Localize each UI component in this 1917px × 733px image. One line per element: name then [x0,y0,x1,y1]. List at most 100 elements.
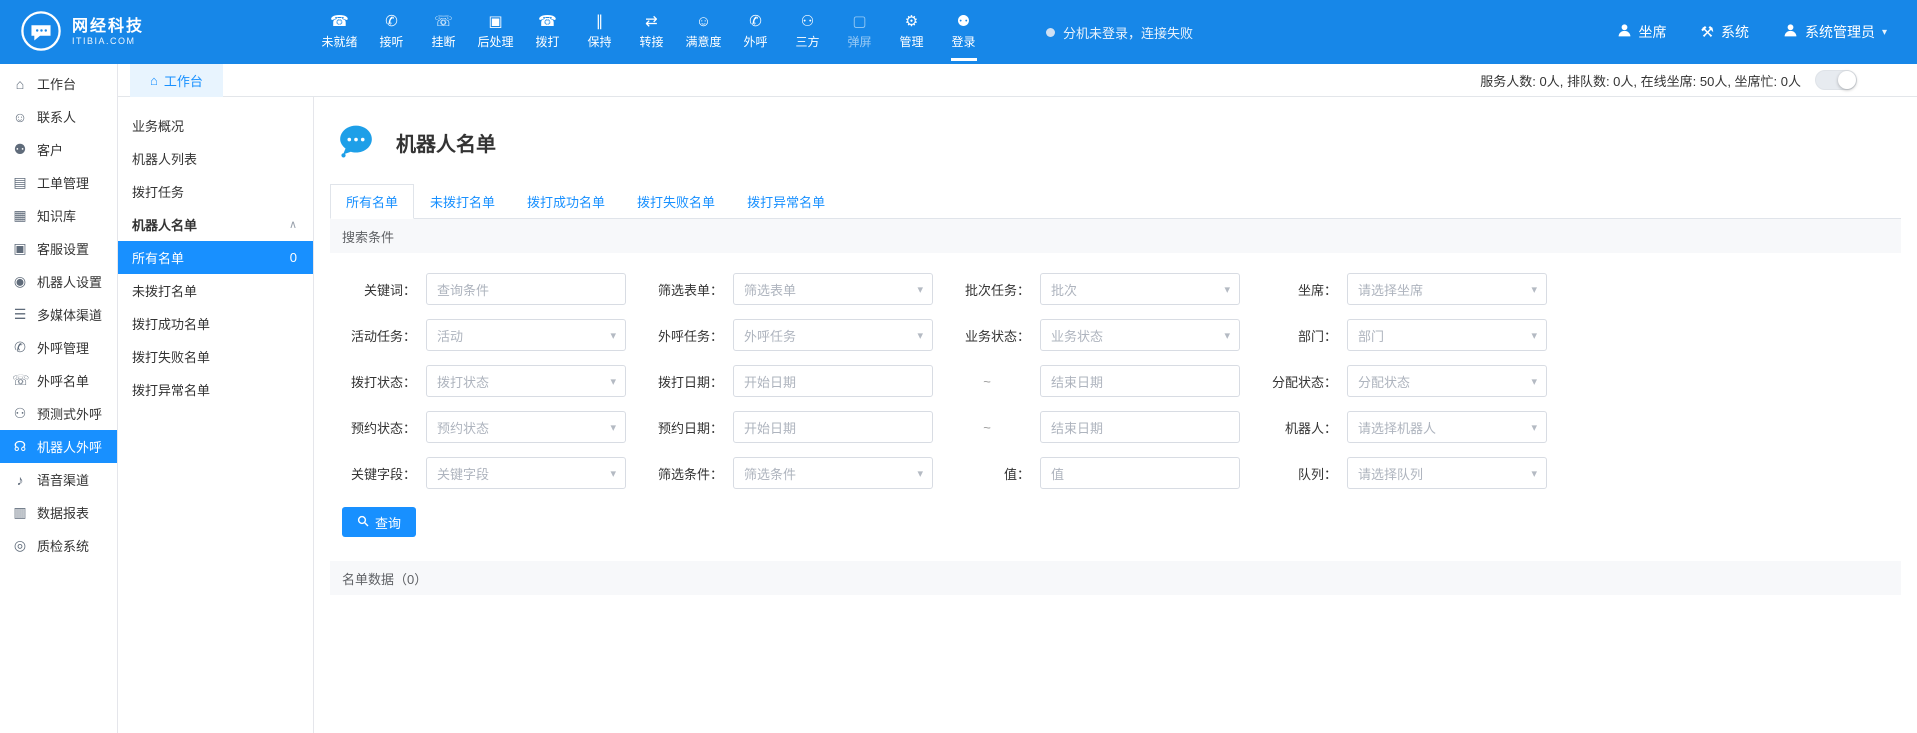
query-button[interactable]: 查询 [342,507,416,537]
result-section-header: 名单数据（0） [330,561,1901,595]
system-menu[interactable]: ⚒ 系统 [1701,22,1749,42]
chevron-down-icon: ▾ [610,421,616,434]
keyword-input[interactable]: 查询条件 [426,273,626,305]
submenu-item-dial-abnormal-list[interactable]: 拨打异常名单 [118,373,313,406]
submenu-item-undialed-list[interactable]: 未拨打名单 [118,274,313,307]
status-toggle[interactable] [1815,70,1857,90]
tab-dial-success-list[interactable]: 拨打成功名单 [511,184,621,219]
home-icon: ⌂ [150,73,158,88]
queue-select[interactable]: 请选择队列▾ [1347,457,1547,489]
toolbar-answer-button[interactable]: ✆接听 [369,10,414,54]
robot-select[interactable]: 请选择机器人▾ [1347,411,1547,443]
search-icon [357,515,369,530]
sidebar-item-knowledge-base[interactable]: ▦知识库 [0,199,117,232]
department-select[interactable]: 部门▾ [1347,319,1547,351]
batch-task-select[interactable]: 批次▾ [1040,273,1240,305]
search-section-header: 搜索条件 [330,219,1901,253]
toolbar-dial-button[interactable]: ☎拨打 [525,10,570,54]
activity-task-select[interactable]: 活动▾ [426,319,626,351]
reserve-status-select[interactable]: 预约状态▾ [426,411,626,443]
tab-all-lists[interactable]: 所有名单 [330,184,414,219]
user-menu[interactable]: 系统管理员 ▾ [1783,22,1887,42]
connection-status-text: 分机未登录，连接失败 [1063,23,1193,42]
screen-pop-icon: ▢ [852,14,866,30]
agent-select[interactable]: 请选择坐席▾ [1347,273,1547,305]
sidebar-item-work-orders[interactable]: ▤工单管理 [0,166,117,199]
sidebar-item-outbound-list[interactable]: ☏外呼名单 [0,364,117,397]
sidebar-item-multimedia-channel[interactable]: ☰多媒体渠道 [0,298,117,331]
body: ⌂工作台 ☺联系人 ⚉客户 ▤工单管理 ▦知识库 ▣客服设置 ◉机器人设置 ☰多… [0,64,1917,733]
reserve-start-date-input[interactable]: 开始日期 [733,411,933,443]
contact-icon: ☺ [12,109,28,125]
toolbar-outbound-button[interactable]: ✆外呼 [733,10,778,54]
chevron-down-icon: ▾ [1531,329,1537,342]
submenu-item-business-overview[interactable]: 业务概况 [118,109,313,142]
tab-strip: ⌂ 工作台 服务人数: 0人, 排队数: 0人, 在线坐席: 50人, 坐席忙:… [118,64,1917,97]
sidebar-item-data-reports[interactable]: ▥数据报表 [0,496,117,529]
tab-dial-abnormal-list[interactable]: 拨打异常名单 [731,184,841,219]
toolbar-hold-button[interactable]: ∥保持 [577,10,622,54]
main-content: 机器人名单 所有名单 未拨打名单 拨打成功名单 拨打失败名单 拨打异常名单 搜索… [314,97,1917,733]
field-label: 外呼任务： [637,326,733,345]
sidebar-item-robot-settings[interactable]: ◉机器人设置 [0,265,117,298]
toolbar-manage-button[interactable]: ⚙管理 [889,10,934,54]
toolbar-satisfaction-button[interactable]: ☺满意度 [681,10,726,54]
submenu-item-robot-list[interactable]: 机器人列表 [118,142,313,175]
dial-end-date-input[interactable]: 结束日期 [1040,365,1240,397]
toolbar-transfer-button[interactable]: ⇄转接 [629,10,674,54]
dial-status-select[interactable]: 拨打状态▾ [426,365,626,397]
hangup-icon: ☏ [434,14,453,30]
sidebar-item-service-settings[interactable]: ▣客服设置 [0,232,117,265]
toolbar-screen-pop-button[interactable]: ▢弹屏 [837,10,882,54]
multimedia-icon: ☰ [12,306,28,323]
topbar-right-menu: 坐席 ⚒ 系统 系统管理员 ▾ [1617,22,1917,42]
hold-icon: ∥ [596,14,604,30]
toolbar-after-work-button[interactable]: ▣后处理 [473,10,518,54]
sidebar-item-customers[interactable]: ⚉客户 [0,133,117,166]
field-label: 队列： [1251,464,1347,483]
satisfaction-icon: ☺ [696,14,711,30]
tab-workbench[interactable]: ⌂ 工作台 [130,64,223,97]
submenu-item-all-lists[interactable]: 所有名单 0 [118,241,313,274]
toolbar-login-button[interactable]: ⚉登录 [941,10,986,54]
filter-condition-select[interactable]: 筛选条件▾ [733,457,933,489]
dial-start-date-input[interactable]: 开始日期 [733,365,933,397]
agent-menu[interactable]: 坐席 [1617,22,1667,42]
sidebar-item-voice-channel[interactable]: ♪语音渠道 [0,463,117,496]
sidebar-item-workbench[interactable]: ⌂工作台 [0,67,117,100]
content-row: 业务概况 机器人列表 拨打任务 机器人名单 ∧ 所有名单 0 未拨打名单 拨打成… [118,97,1917,733]
sidebar-item-outbound-management[interactable]: ✆外呼管理 [0,331,117,364]
toolbar-not-ready-button[interactable]: ☎未就绪 [317,10,362,54]
sidebar-item-quality-system[interactable]: ◎质检系统 [0,529,117,562]
sidebar-item-predictive-outbound[interactable]: ⚇预测式外呼 [0,397,117,430]
list-tabs: 所有名单 未拨打名单 拨打成功名单 拨打失败名单 拨打异常名单 [330,184,1901,219]
tab-undialed-list[interactable]: 未拨打名单 [414,184,511,219]
system-tools-icon: ⚒ [1701,23,1714,41]
search-form: 关键词： 查询条件 筛选表单： 筛选表单▾ 批次任务： 批次▾ [330,253,1901,555]
sidebar-item-robot-outbound[interactable]: ☊机器人外呼 [0,430,117,463]
reserve-end-date-input[interactable]: 结束日期 [1040,411,1240,443]
form-row: 活动任务： 活动▾ 外呼任务： 外呼任务▾ 业务状态： 业务状态▾ [330,319,1901,351]
toolbar-hangup-button[interactable]: ☏挂断 [421,10,466,54]
key-field-select[interactable]: 关键字段▾ [426,457,626,489]
submenu-item-dial-failed-list[interactable]: 拨打失败名单 [118,340,313,373]
manage-icon: ⚙ [905,14,918,30]
chevron-down-icon: ▾ [1224,283,1230,296]
robot-call-icon: ☊ [12,438,28,455]
submenu-item-dial-tasks[interactable]: 拨打任务 [118,175,313,208]
filter-form-select[interactable]: 筛选表单▾ [733,273,933,305]
assign-status-select[interactable]: 分配状态▾ [1347,365,1547,397]
form-row: 关键字段： 关键字段▾ 筛选条件： 筛选条件▾ 值： 值 [330,457,1901,489]
business-status-select[interactable]: 业务状态▾ [1040,319,1240,351]
chevron-down-icon: ▾ [610,375,616,388]
submenu-item-dial-success-list[interactable]: 拨打成功名单 [118,307,313,340]
outbound-manage-icon: ✆ [12,339,28,356]
tab-dial-failed-list[interactable]: 拨打失败名单 [621,184,731,219]
toolbar-three-way-button[interactable]: ⚇三方 [785,10,830,54]
value-input[interactable]: 值 [1040,457,1240,489]
submenu-group-robot-lists[interactable]: 机器人名单 ∧ [118,208,313,241]
brand[interactable]: 网经科技 ITIBIA.COM [0,10,205,55]
quality-icon: ◎ [12,537,28,554]
sidebar-item-contacts[interactable]: ☺联系人 [0,100,117,133]
outbound-task-select[interactable]: 外呼任务▾ [733,319,933,351]
